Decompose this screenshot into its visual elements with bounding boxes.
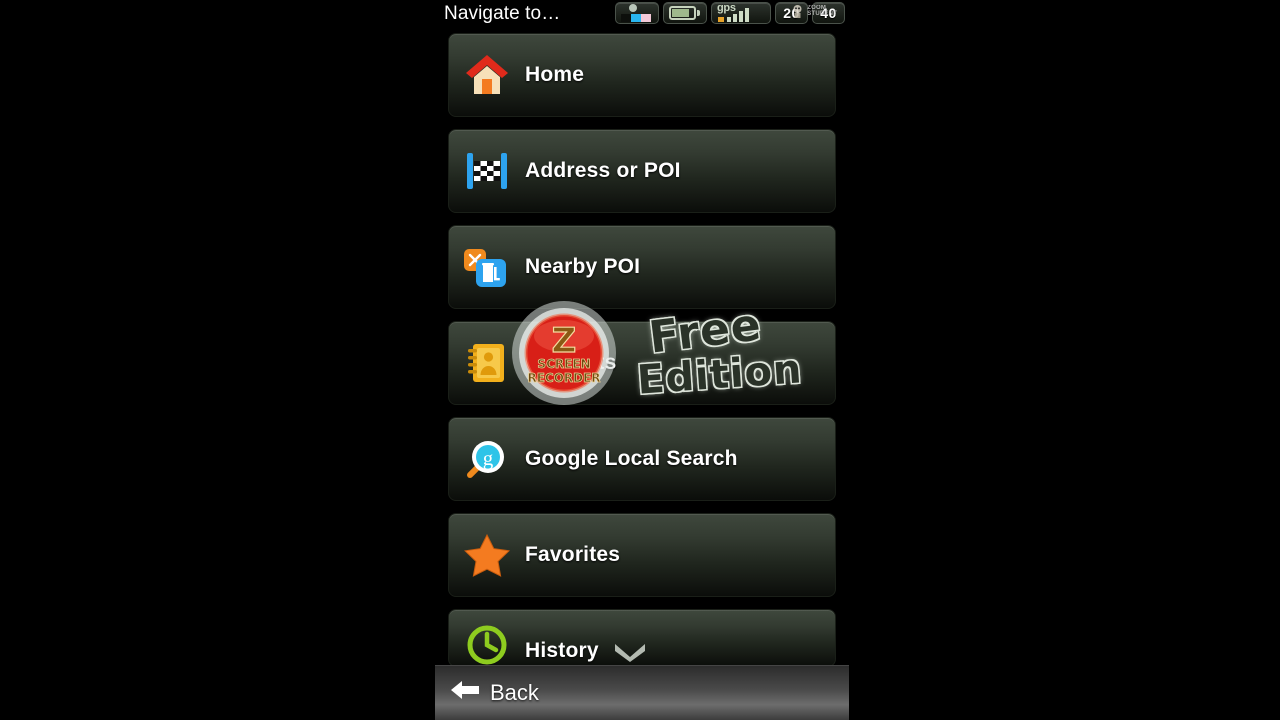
menu-item-label: Address or POI [525,159,681,182]
home-icon [449,34,525,116]
gas-pump-icon [449,226,525,308]
screen-root: Navigate to… gps 20 40 Home Address or P… [0,0,1280,720]
chevron-down-icon[interactable] [613,640,647,667]
battery-icon [668,3,702,23]
svg-text:g: g [483,446,494,470]
current-speed-badge: 40 [812,2,845,24]
menu-item-contacts[interactable]: Contacts [448,321,836,405]
status-icon-group: gps 20 40 [615,2,845,24]
menu-item-nearby-poi[interactable]: Nearby POI [448,225,836,309]
menu-item-address-or-poi[interactable]: Address or POI [448,129,836,213]
phone-viewport: Navigate to… gps 20 40 Home Address or P… [435,0,849,720]
menu-item-label: Contacts [525,351,617,374]
menu-item-label: Nearby POI [525,255,641,278]
status-bar: Navigate to… gps 20 40 [435,0,849,28]
checkered-flag-icon [449,130,525,212]
speed-limit-badge: 20 [775,2,808,24]
gps-label: gps [717,2,736,14]
address-book-icon [449,322,525,404]
clock-icon [449,610,525,666]
menu-item-history[interactable]: History [448,609,836,667]
magnifier-google-icon: g [449,418,525,500]
signal-photo-icon [620,2,654,24]
bottom-bar[interactable]: Back [435,665,849,720]
star-icon [449,514,525,596]
arrow-left-icon[interactable] [450,678,480,707]
menu-item-label: Home [525,63,585,86]
signal-photo-indicator [615,2,659,24]
battery-indicator [663,2,707,24]
menu-item-google-local-search[interactable]: g Google Local Search [448,417,836,501]
page-title: Navigate to… [444,3,561,24]
menu-item-label: Favorites [525,543,621,566]
menu-item-label: Google Local Search [525,447,738,470]
navigate-to-menu: Home Address or POI Nearby POI Contacts … [435,33,849,667]
back-button-label[interactable]: Back [490,680,539,706]
gps-indicator: gps [711,2,771,24]
gps-signal-icon: gps [716,2,766,24]
menu-item-favorites[interactable]: Favorites [448,513,836,597]
menu-item-home[interactable]: Home [448,33,836,117]
menu-item-label: History [525,639,599,662]
